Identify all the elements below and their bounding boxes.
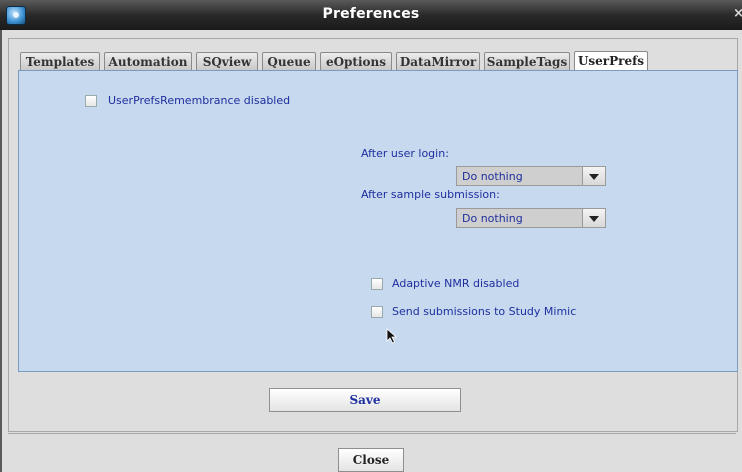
- window-edge: [0, 30, 2, 472]
- after-submission-value: Do nothing: [462, 212, 523, 225]
- mouse-cursor-icon: [386, 328, 398, 344]
- tab-sampletags[interactable]: SampleTags: [484, 52, 570, 70]
- tab-sqview[interactable]: SQview: [196, 52, 258, 70]
- title-bar: Preferences ×: [0, 0, 742, 30]
- tab-templates[interactable]: Templates: [20, 52, 100, 70]
- adaptive-nmr-label: Adaptive NMR disabled: [392, 277, 520, 290]
- after-submission-dropdown[interactable]: Do nothing: [456, 208, 606, 228]
- after-login-label: After user login:: [361, 147, 449, 160]
- after-login-dropdown[interactable]: Do nothing: [456, 166, 606, 186]
- window-title: Preferences: [322, 6, 420, 22]
- tab-datamirror[interactable]: DataMirror: [396, 52, 480, 70]
- after-login-value: Do nothing: [462, 170, 523, 183]
- close-button[interactable]: Close: [338, 448, 404, 472]
- divider: [8, 433, 736, 434]
- tab-automation[interactable]: Automation: [104, 52, 192, 70]
- save-button[interactable]: Save: [269, 388, 461, 412]
- tab-queue[interactable]: Queue: [262, 52, 316, 70]
- send-mimic-checkbox[interactable]: [371, 306, 383, 318]
- after-submission-label: After sample submission:: [361, 188, 500, 201]
- remembrance-label: UserPrefsRemembrance disabled: [108, 94, 291, 107]
- chevron-down-icon[interactable]: [582, 209, 605, 227]
- send-mimic-label: Send submissions to Study Mimic: [392, 305, 577, 318]
- tab-userprefs[interactable]: UserPrefs: [574, 51, 648, 70]
- userprefs-panel: [18, 70, 738, 372]
- tab-eoptions[interactable]: eOptions: [320, 52, 392, 70]
- remembrance-checkbox[interactable]: [85, 95, 97, 107]
- close-window-icon[interactable]: ×: [733, 6, 742, 21]
- chevron-down-icon[interactable]: [582, 167, 605, 185]
- adaptive-nmr-checkbox[interactable]: [371, 278, 383, 290]
